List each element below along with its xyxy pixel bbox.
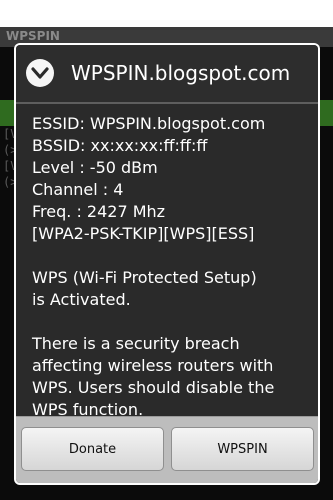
channel-text: Channel : 4 (32, 180, 124, 199)
warning-text: WPS. Users should disable the (32, 378, 275, 397)
warning-text: WPS function. (32, 400, 144, 417)
donate-button[interactable]: Donate (21, 427, 164, 471)
wps-status-text: WPS (Wi-Fi Protected Setup) (32, 268, 257, 287)
warning-text: There is a security breach (32, 334, 240, 353)
chevron-down-circle-icon (26, 59, 54, 87)
background-app-title: WPSPIN (6, 29, 60, 43)
dialog-title: WPSPIN.blogspot.com (71, 61, 291, 85)
dialog-body[interactable]: ESSID: WPSPIN.blogspot.com BSSID: xx:xx:… (16, 104, 318, 417)
chevron-down-icon (31, 67, 49, 79)
security-capabilities-text: [WPA2-PSK-TKIP][WPS][ESS] (32, 224, 255, 243)
essid-text: ESSID: WPSPIN.blogspot.com (32, 114, 266, 133)
bssid-text: BSSID: xx:xx:xx:ff:ff:ff (32, 136, 208, 155)
wps-status-text: is Activated. (32, 290, 131, 309)
level-text: Level : -50 dBm (32, 158, 158, 177)
warning-text: affecting wireless routers with (32, 356, 274, 375)
wpspin-button[interactable]: WPSPIN (171, 427, 314, 471)
dialog-button-bar: Donate WPSPIN (16, 416, 318, 483)
dialog-panel: WPSPIN.blogspot.com ESSID: WPSPIN.blogsp… (16, 45, 318, 483)
network-info-dialog: WPSPIN.blogspot.com ESSID: WPSPIN.blogsp… (14, 43, 320, 485)
frequency-text: Freq. : 2427 Mhz (32, 202, 166, 221)
dialog-header: WPSPIN.blogspot.com (16, 45, 318, 104)
